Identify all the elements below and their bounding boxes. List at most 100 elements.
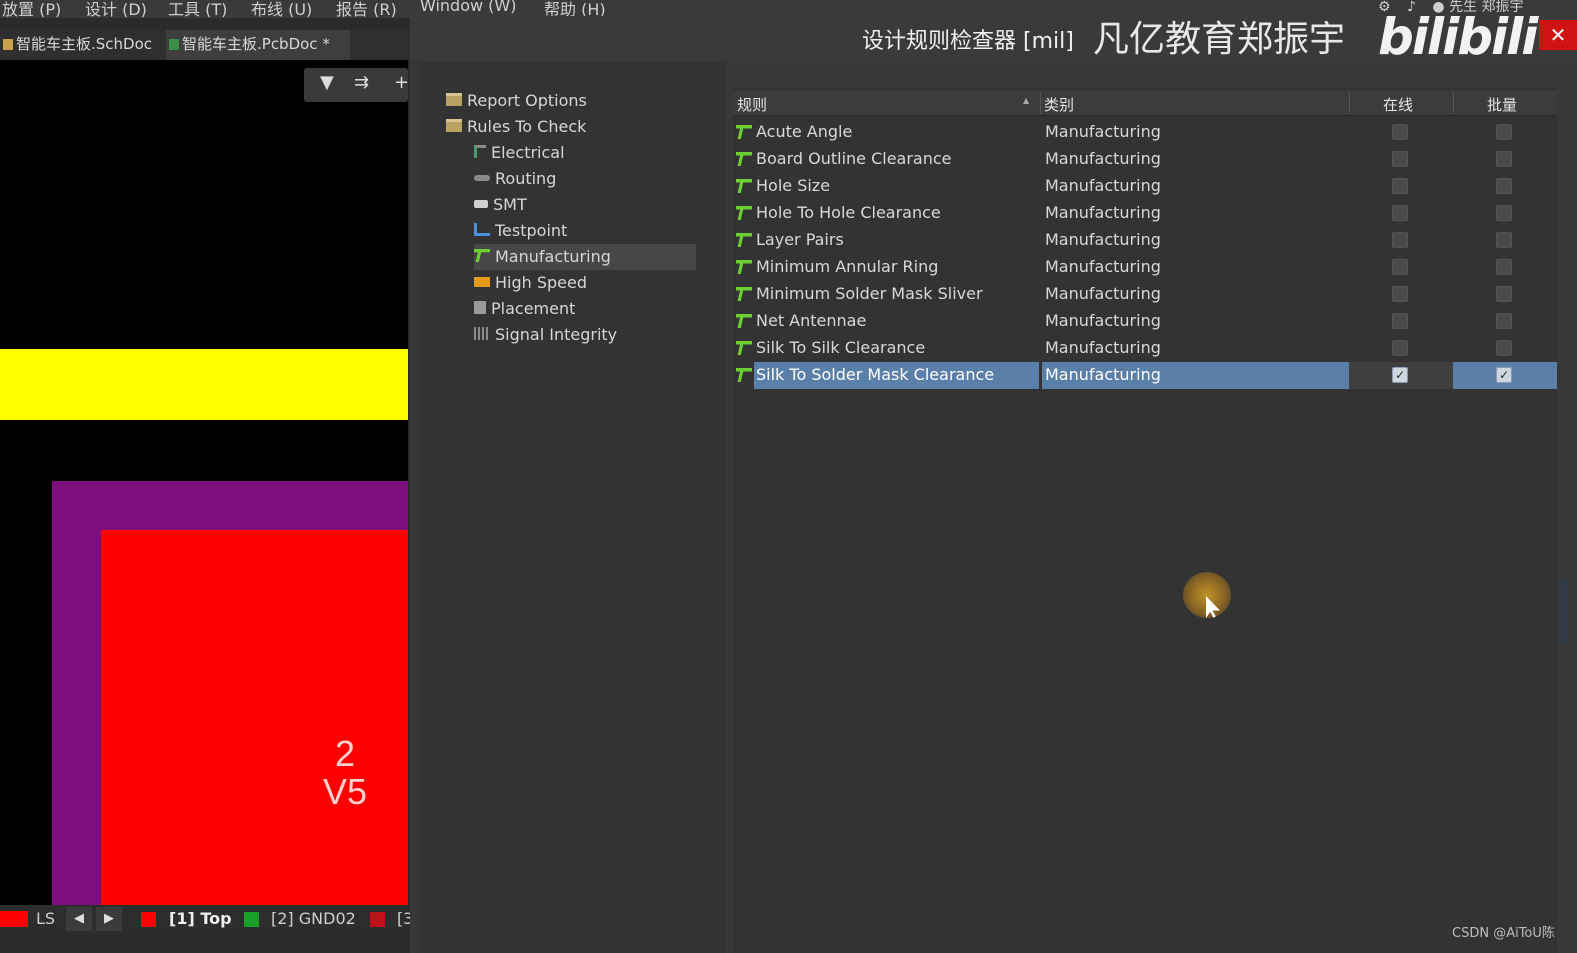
column-divider[interactable] — [1349, 92, 1350, 114]
tab-label: 智能车主板.SchDoc — [16, 35, 153, 53]
tree-item-signal-integrity[interactable]: Signal Integrity — [474, 322, 617, 348]
rule-row[interactable]: Silk To Silk Clearance Manufacturing — [733, 335, 1557, 362]
online-checkbox[interactable] — [1392, 232, 1408, 248]
tree-item-routing[interactable]: Routing — [474, 166, 556, 192]
menu-window[interactable]: Window (W) — [420, 0, 516, 15]
manufacturing-rule-icon — [736, 125, 752, 139]
column-divider[interactable] — [1040, 92, 1041, 114]
manufacturing-rule-icon — [736, 152, 752, 166]
smt-icon — [474, 199, 488, 208]
column-header-rule[interactable]: 规则 — [737, 94, 767, 115]
rule-row[interactable]: Hole Size Manufacturing — [733, 173, 1557, 200]
tree-item-electrical[interactable]: Electrical — [474, 140, 565, 166]
sort-ascending-icon[interactable]: ▲ — [1023, 96, 1029, 105]
manufacturing-rule-icon — [736, 368, 752, 382]
menu-tools[interactable]: 工具 (T) — [168, 0, 227, 20]
manufacturing-rule-icon — [736, 206, 752, 220]
menu-design[interactable]: 设计 (D) — [85, 0, 147, 20]
rule-name: Acute Angle — [756, 122, 853, 141]
menu-reports[interactable]: 报告 (R) — [336, 0, 397, 20]
layer-swatch-gnd02[interactable] — [244, 912, 259, 927]
high-speed-icon — [474, 276, 490, 287]
rule-row[interactable]: Layer Pairs Manufacturing — [733, 227, 1557, 254]
select-icon[interactable]: ⇉ — [354, 72, 369, 93]
pad-number: 2 — [334, 733, 356, 774]
rule-row[interactable]: Net Antennae Manufacturing — [733, 308, 1557, 335]
pcb-pad[interactable] — [101, 530, 408, 905]
batch-checkbox[interactable] — [1496, 178, 1512, 194]
drc-dialog: 设计规则检查器 [mil] 凡亿教育郑振宇 bilibili ✕ Report … — [410, 8, 1577, 953]
rule-category: Manufacturing — [1045, 203, 1161, 222]
batch-checkbox[interactable] — [1496, 205, 1512, 221]
layer-tab-top[interactable]: [1] Top — [169, 909, 232, 928]
prev-layer-icon[interactable]: ◀ — [66, 907, 92, 931]
dialog-title: 设计规则检查器 [mil] — [862, 29, 1074, 54]
batch-checkbox[interactable] — [1496, 313, 1512, 329]
rule-row[interactable]: Acute Angle Manufacturing — [733, 119, 1557, 146]
folder-icon — [446, 93, 462, 106]
menu-place[interactable]: 放置 (P) — [2, 0, 61, 20]
dialog-title-bar[interactable]: 设计规则检查器 [mil] 凡亿教育郑振宇 bilibili ✕ — [410, 8, 1577, 66]
batch-checkbox[interactable] — [1496, 259, 1512, 275]
batch-checkbox[interactable] — [1496, 151, 1512, 167]
column-divider[interactable] — [1453, 92, 1454, 114]
batch-checkbox[interactable] — [1496, 286, 1512, 302]
next-layer-icon[interactable]: ▶ — [96, 907, 122, 931]
tree-item-testpoint[interactable]: Testpoint — [474, 218, 567, 244]
rule-name: Net Antennae — [756, 311, 867, 330]
layer-swatch-3[interactable] — [370, 912, 385, 927]
menu-route[interactable]: 布线 (U) — [251, 0, 312, 20]
column-header-category[interactable]: 类别 — [1044, 94, 1074, 115]
filter-icon[interactable]: ▼ — [320, 72, 334, 93]
online-checkbox[interactable] — [1392, 286, 1408, 302]
column-header-batch[interactable]: 批量 — [1487, 94, 1517, 115]
side-scroll-handle[interactable] — [1559, 578, 1567, 644]
tree-item-smt[interactable]: SMT — [474, 192, 527, 218]
pcb-canvas[interactable]: ▼ ⇉ + 2 V5 — [0, 60, 408, 905]
rule-row[interactable]: Minimum Annular Ring Manufacturing — [733, 254, 1557, 281]
online-checkbox[interactable] — [1392, 313, 1408, 329]
batch-checkbox-checked[interactable]: ✓ — [1496, 367, 1512, 383]
tab-schdoc[interactable]: 智能车主板.SchDoc — [0, 30, 162, 60]
tree-item-high-speed[interactable]: High Speed — [474, 270, 587, 296]
tree-item-manufacturing[interactable]: Manufacturing — [474, 244, 696, 270]
tree-rules-to-check[interactable]: Rules To Check — [446, 114, 586, 140]
pcb-trace[interactable] — [0, 349, 408, 420]
online-checkbox[interactable] — [1392, 259, 1408, 275]
tree-report-options[interactable]: Report Options — [446, 88, 587, 114]
rule-row[interactable]: Minimum Solder Mask Sliver Manufacturing — [733, 281, 1557, 308]
batch-checkbox[interactable] — [1496, 124, 1512, 140]
online-checkbox[interactable] — [1392, 151, 1408, 167]
layer-set-label[interactable]: LS — [36, 909, 55, 928]
app-window: 放置 (P) 设计 (D) 工具 (T) 布线 (U) 报告 (R) Windo… — [0, 0, 1577, 953]
pad-label: 2 V5 — [300, 735, 390, 811]
column-header-online[interactable]: 在线 — [1383, 94, 1413, 115]
rule-row[interactable]: Hole To Hole Clearance Manufacturing — [733, 200, 1557, 227]
rule-category: Manufacturing — [1045, 284, 1161, 303]
placement-icon — [474, 301, 486, 314]
rule-row-selected[interactable]: Silk To Solder Mask Clearance Manufactur… — [733, 362, 1557, 389]
manufacturing-rule-icon — [736, 260, 752, 274]
tree-item-placement[interactable]: Placement — [474, 296, 575, 322]
status-strip — [0, 933, 408, 953]
online-checkbox[interactable] — [1392, 178, 1408, 194]
testpoint-icon — [474, 223, 490, 236]
layer-bar: LS ◀ ▶ [1] Top [2] GND02 [3 — [0, 905, 413, 933]
current-layer-swatch[interactable] — [0, 911, 28, 927]
tab-pcbdoc[interactable]: 智能车主板.PcbDoc * — [166, 30, 350, 60]
layer-tab-gnd02[interactable]: [2] GND02 — [271, 909, 356, 928]
online-checkbox[interactable] — [1392, 340, 1408, 356]
rule-row[interactable]: Board Outline Clearance Manufacturing — [733, 146, 1557, 173]
add-icon[interactable]: + — [394, 72, 408, 93]
tree-label: Electrical — [491, 143, 565, 162]
online-checkbox-checked[interactable]: ✓ — [1392, 367, 1408, 383]
batch-checkbox[interactable] — [1496, 340, 1512, 356]
batch-checkbox[interactable] — [1496, 232, 1512, 248]
close-button[interactable]: ✕ — [1539, 20, 1577, 50]
rule-category: Manufacturing — [1045, 176, 1161, 195]
online-checkbox[interactable] — [1392, 124, 1408, 140]
layer-swatch-top[interactable] — [141, 912, 156, 927]
online-checkbox[interactable] — [1392, 205, 1408, 221]
tree-label: Manufacturing — [495, 247, 611, 266]
routing-icon — [474, 174, 490, 181]
